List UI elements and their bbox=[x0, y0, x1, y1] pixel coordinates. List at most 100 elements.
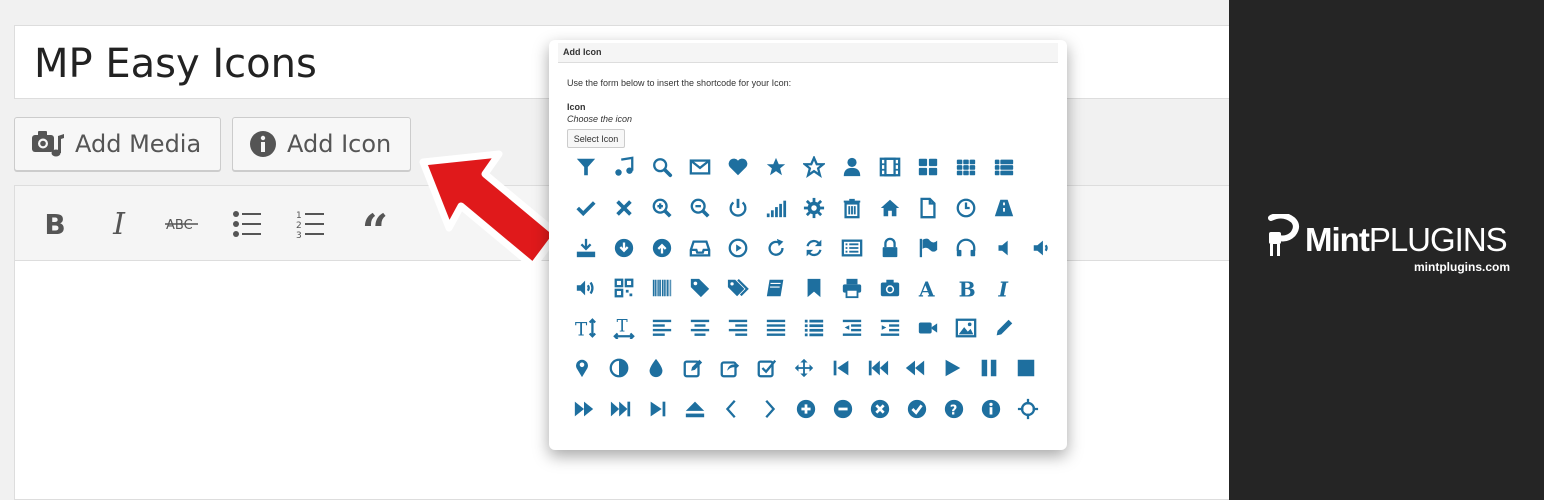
file-icon[interactable] bbox=[915, 195, 941, 221]
volume-up-icon[interactable] bbox=[573, 275, 599, 301]
add-media-button[interactable]: Add Media bbox=[14, 117, 221, 171]
th-large-icon[interactable] bbox=[915, 154, 941, 180]
edit-icon[interactable] bbox=[680, 355, 706, 381]
share-icon[interactable] bbox=[717, 355, 743, 381]
user-icon[interactable] bbox=[839, 154, 865, 180]
download-icon[interactable] bbox=[611, 235, 637, 261]
plug-logo-icon bbox=[1268, 214, 1299, 256]
forward-icon[interactable] bbox=[571, 396, 597, 422]
chevron-left-icon[interactable] bbox=[719, 396, 745, 422]
music-icon[interactable] bbox=[611, 154, 637, 180]
text-width-icon[interactable]: T bbox=[611, 315, 637, 341]
screenshot-icon[interactable] bbox=[1015, 396, 1041, 422]
pause-icon[interactable] bbox=[976, 355, 1002, 381]
th-icon[interactable] bbox=[953, 154, 979, 180]
text-height-icon[interactable]: T bbox=[573, 315, 599, 341]
font-icon[interactable]: A bbox=[915, 275, 941, 301]
filter-icon[interactable] bbox=[573, 154, 599, 180]
tags-icon[interactable] bbox=[725, 275, 751, 301]
play-icon[interactable] bbox=[939, 355, 965, 381]
zoom-out-icon[interactable] bbox=[687, 195, 713, 221]
refresh-icon[interactable] bbox=[801, 235, 827, 261]
volume-off-icon[interactable] bbox=[991, 235, 1017, 261]
numbered-list-icon[interactable]: 123 bbox=[292, 206, 328, 242]
post-title-text: MP Easy Icons bbox=[34, 41, 317, 87]
lock-icon[interactable] bbox=[877, 235, 903, 261]
list-icon[interactable] bbox=[801, 315, 827, 341]
fast-backward-icon[interactable] bbox=[865, 355, 891, 381]
minus-sign-icon[interactable] bbox=[830, 396, 856, 422]
stop-icon[interactable] bbox=[1013, 355, 1039, 381]
search-icon[interactable] bbox=[649, 154, 675, 180]
volume-down-icon[interactable] bbox=[1029, 235, 1055, 261]
inbox-icon[interactable] bbox=[687, 235, 713, 261]
italic-icon[interactable]: I bbox=[101, 206, 137, 242]
repeat-icon[interactable] bbox=[763, 235, 789, 261]
list-alt-icon[interactable] bbox=[839, 235, 865, 261]
chevron-right-icon[interactable] bbox=[756, 396, 782, 422]
download-alt-icon[interactable] bbox=[573, 235, 599, 261]
flag-icon[interactable] bbox=[915, 235, 941, 261]
play-circle-icon[interactable] bbox=[725, 235, 751, 261]
plus-sign-icon[interactable] bbox=[793, 396, 819, 422]
italic-icon[interactable]: I bbox=[991, 275, 1017, 301]
bold-icon[interactable]: B bbox=[953, 275, 979, 301]
remove-sign-icon[interactable] bbox=[867, 396, 893, 422]
map-marker-icon[interactable] bbox=[569, 355, 595, 381]
blockquote-icon[interactable]: “ bbox=[357, 206, 393, 254]
eject-icon[interactable] bbox=[682, 396, 708, 422]
step-forward-icon[interactable] bbox=[645, 396, 671, 422]
check-icon[interactable] bbox=[754, 355, 780, 381]
trash-icon[interactable] bbox=[839, 195, 865, 221]
heart-icon[interactable] bbox=[725, 154, 751, 180]
star-empty-icon[interactable] bbox=[801, 154, 827, 180]
envelope-icon[interactable] bbox=[687, 154, 713, 180]
upload-icon[interactable] bbox=[649, 235, 675, 261]
time-icon[interactable] bbox=[953, 195, 979, 221]
backward-icon[interactable] bbox=[902, 355, 928, 381]
tint-icon[interactable] bbox=[643, 355, 669, 381]
add-icon-button[interactable]: Add Icon bbox=[232, 117, 411, 171]
picture-icon[interactable] bbox=[953, 315, 979, 341]
strikethrough-icon[interactable]: ABC bbox=[164, 206, 200, 242]
select-icon-button[interactable]: Select Icon bbox=[567, 129, 625, 148]
indent-left-icon[interactable] bbox=[839, 315, 865, 341]
indent-right-icon[interactable] bbox=[877, 315, 903, 341]
ok-sign-icon[interactable] bbox=[904, 396, 930, 422]
barcode-icon[interactable] bbox=[649, 275, 675, 301]
align-left-icon[interactable] bbox=[649, 315, 675, 341]
facetime-video-icon[interactable] bbox=[915, 315, 941, 341]
film-icon[interactable] bbox=[877, 154, 903, 180]
align-center-icon[interactable] bbox=[687, 315, 713, 341]
zoom-in-icon[interactable] bbox=[649, 195, 675, 221]
home-icon[interactable] bbox=[877, 195, 903, 221]
align-right-icon[interactable] bbox=[725, 315, 751, 341]
road-icon[interactable] bbox=[991, 195, 1017, 221]
info-sign-icon[interactable] bbox=[978, 396, 1004, 422]
adjust-icon[interactable] bbox=[606, 355, 632, 381]
dialog-intro: Use the form below to insert the shortco… bbox=[567, 78, 792, 88]
bulleted-list-icon[interactable] bbox=[229, 206, 265, 242]
off-icon[interactable] bbox=[725, 195, 751, 221]
align-justify-icon[interactable] bbox=[763, 315, 789, 341]
remove-icon[interactable] bbox=[611, 195, 637, 221]
pencil-icon[interactable] bbox=[991, 315, 1017, 341]
headphones-icon[interactable] bbox=[953, 235, 979, 261]
print-icon[interactable] bbox=[839, 275, 865, 301]
step-backward-icon[interactable] bbox=[828, 355, 854, 381]
question-sign-icon[interactable]: ? bbox=[941, 396, 967, 422]
ok-icon[interactable] bbox=[573, 195, 599, 221]
star-icon[interactable] bbox=[763, 154, 789, 180]
bold-icon[interactable]: B bbox=[37, 206, 73, 242]
signal-icon[interactable] bbox=[763, 195, 789, 221]
cog-icon[interactable] bbox=[801, 195, 827, 221]
qrcode-icon[interactable] bbox=[611, 275, 637, 301]
fast-forward-icon[interactable] bbox=[608, 396, 634, 422]
camera-icon[interactable] bbox=[877, 275, 903, 301]
svg-text:T: T bbox=[575, 319, 588, 339]
move-icon[interactable] bbox=[791, 355, 817, 381]
th-list-icon[interactable] bbox=[991, 154, 1017, 180]
bookmark-icon[interactable] bbox=[801, 275, 827, 301]
book-icon[interactable] bbox=[763, 275, 789, 301]
tag-icon[interactable] bbox=[687, 275, 713, 301]
